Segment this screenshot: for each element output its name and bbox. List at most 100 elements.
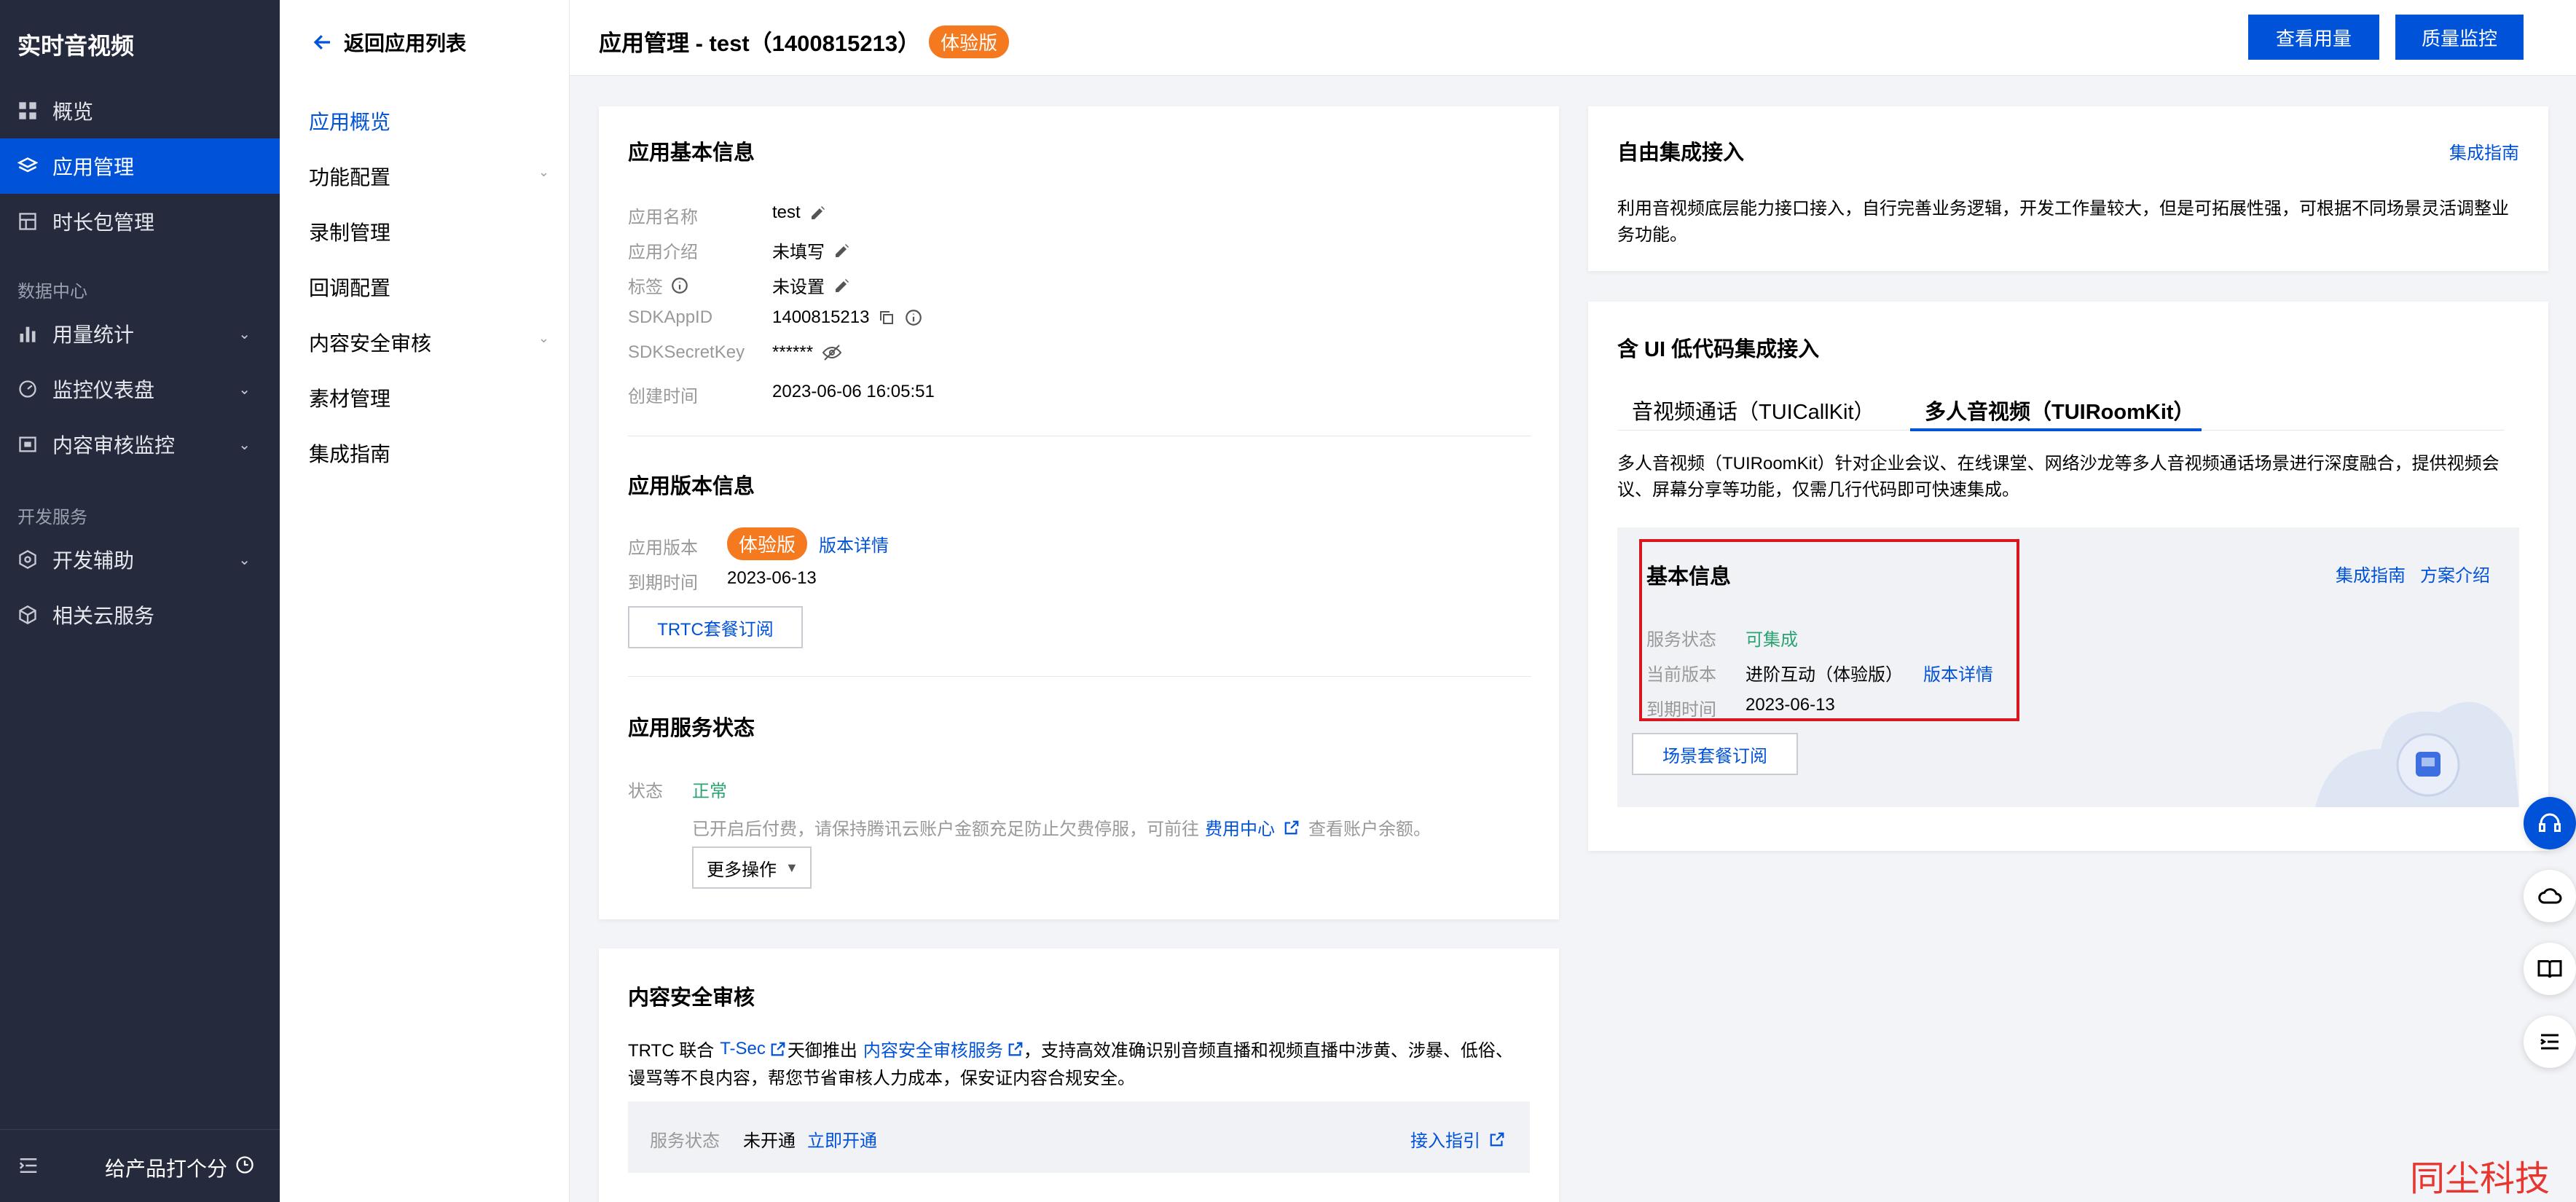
enable-now-link[interactable]: 立即开通 [807, 1126, 877, 1152]
nav-footer: 给产品打个分 [0, 1129, 280, 1202]
free-integration-desc-line2: 务功能。 [1617, 225, 1687, 245]
nav-group-data: 数据中心 [17, 282, 87, 302]
nav-item-duration-package[interactable]: 时长包管理 [0, 194, 280, 249]
nav-item-monitor-dashboard[interactable]: 监控仪表盘 ⌄ [0, 361, 280, 417]
chevron-down-icon: ⌄ [238, 436, 251, 453]
tab-tuiroomkit[interactable]: 多人音视频（TUIRoomKit） [1925, 395, 2195, 425]
eye-off-icon[interactable] [822, 344, 842, 361]
access-guide-link[interactable]: 接入指引 [1410, 1126, 1480, 1152]
nav-item-label: 时长包管理 [52, 211, 155, 234]
audit-status-value: 未开通 立即开通 [743, 1126, 877, 1152]
room-version-details-link[interactable]: 版本详情 [1923, 660, 1993, 686]
field-label: 服务状态 [650, 1131, 720, 1151]
nav-group-dev: 开发服务 [17, 508, 87, 527]
expire-value: 2023-06-13 [727, 568, 817, 588]
content-audit-title: 内容安全审核 [628, 986, 755, 1010]
cube-icon [17, 605, 38, 625]
clock-icon [236, 1156, 254, 1174]
field-label: 到期时间 [1646, 700, 1716, 720]
nav-item-overview[interactable]: 概览 [0, 83, 280, 138]
sub-nav: 返回应用列表 应用概览 功能配置 ⌄ 录制管理 回调配置 内容安全审核 ⌄ 素材… [280, 0, 570, 1202]
cloud-assistant-button[interactable] [2524, 870, 2576, 922]
nav-item-dev-assist[interactable]: 开发辅助 ⌄ [0, 532, 280, 587]
copy-icon[interactable] [878, 309, 895, 326]
subnav-callback[interactable]: 回调配置 [309, 272, 549, 302]
subnav-materials[interactable]: 素材管理 [309, 383, 549, 412]
tab-tuicallkit[interactable]: 音视频通话（TUICallKit） [1632, 395, 1875, 425]
audit-status-bar: 服务状态 未开通 立即开通 接入指引 [628, 1101, 1530, 1173]
subnav-integration-guide[interactable]: 集成指南 [309, 439, 549, 468]
scene-package-subscribe-button[interactable]: 场景套餐订阅 [1632, 733, 1798, 775]
edition-badge: 体验版 [727, 527, 808, 560]
subnav-app-overview[interactable]: 应用概览 [309, 106, 549, 135]
info-icon[interactable] [670, 276, 689, 295]
menu-toggle-button[interactable] [2524, 1016, 2576, 1068]
nav-item-label: 相关云服务 [52, 605, 155, 627]
customer-service-button[interactable] [2524, 797, 2576, 849]
service-status-value: 正常 [692, 782, 727, 801]
lowcode-desc-line1: 多人音视频（TUIRoomKit）针对企业会议、在线课堂、网络沙龙等多人音视频通… [1617, 454, 2500, 474]
more-actions-label: 更多操作 [707, 860, 777, 880]
collapse-icon[interactable] [17, 1155, 39, 1177]
back-to-app-list[interactable]: 返回应用列表 [312, 28, 466, 57]
field-label: 应用名称 [628, 208, 698, 227]
cloud-illustration-icon [2315, 702, 2519, 807]
subnav-recording[interactable]: 录制管理 [309, 217, 549, 246]
nav-item-related-cloud[interactable]: 相关云服务 [0, 587, 280, 643]
bar-chart-icon [17, 323, 38, 344]
solution-intro-link[interactable]: 方案介绍 [2420, 561, 2490, 586]
edition-badge: 体验版 [929, 25, 1010, 58]
free-integration-card: 自由集成接入 集成指南 利用音视频底层能力接口接入，自行完善业务逻辑，开发工作量… [1588, 106, 2548, 271]
app-intro-text: 未填写 [772, 243, 825, 262]
nav-item-app-management[interactable]: 应用管理 [0, 138, 280, 194]
tsec-link[interactable]: T-Sec [720, 1039, 766, 1059]
service-status-title: 应用服务状态 [628, 717, 755, 740]
field-label: SDKAppID [628, 307, 713, 327]
sdkappid-text: 1400815213 [772, 307, 870, 327]
edit-icon[interactable] [833, 242, 851, 259]
nav-item-label: 概览 [52, 101, 94, 123]
page-title-text: 应用管理 - test（1400815213） [599, 31, 921, 56]
info-icon[interactable] [904, 308, 923, 327]
content-audit-desc-line1: TRTC 联合 T-Sec 天御推出 内容安全审核服务 ，支持高效准确识别音频直… [628, 1036, 1513, 1061]
caret-down-icon: ▼ [785, 860, 798, 875]
edit-icon[interactable] [833, 277, 851, 294]
nav-item-usage-stats[interactable]: 用量统计 ⌄ [0, 306, 280, 361]
version-details-link[interactable]: 版本详情 [819, 531, 889, 557]
chevron-down-icon: ⌄ [238, 551, 251, 568]
arrow-left-icon [313, 35, 330, 50]
subnav-feature-config[interactable]: 功能配置 ⌄ [309, 162, 549, 191]
nav-item-label: 用量统计 [52, 323, 135, 346]
view-usage-button[interactable]: 查看用量 [2248, 15, 2379, 60]
monitor-icon [17, 434, 38, 455]
app-info-card: 应用基本信息 应用名称 test 应用介绍 未填写 标签 未设置 SDKAppI… [599, 106, 1559, 919]
nav-item-label: 监控仪表盘 [52, 379, 155, 401]
trtc-subscribe-button[interactable]: TRTC套餐订阅 [628, 606, 803, 648]
free-integration-desc-line1: 利用音视频底层能力接口接入，自行完善业务逻辑，开发工作量较大，但是可拓展性强，可… [1617, 199, 2509, 219]
tag-label-row: 标签 [628, 272, 689, 298]
integration-guide-link[interactable]: 集成指南 [2449, 138, 2519, 164]
access-guide-link-wrap: 接入指引 [1410, 1126, 1505, 1152]
desc-text: TRTC 联合 [628, 1041, 715, 1061]
field-label: 服务状态 [1646, 630, 1716, 650]
more-actions-dropdown[interactable]: 更多操作 ▼ [692, 846, 812, 889]
room-expire-value: 2023-06-13 [1746, 695, 1835, 715]
desc-text: 天御推出 [787, 1041, 857, 1061]
rate-product-link[interactable]: 给产品打个分 [105, 1153, 227, 1182]
nav-item-content-audit-monitor[interactable]: 内容审核监控 ⌄ [0, 417, 280, 472]
subnav-label: 内容安全审核 [309, 332, 432, 355]
billing-center-link[interactable]: 费用中心 [1205, 814, 1275, 840]
field-label: 应用版本 [628, 538, 698, 558]
subnav-content-audit[interactable]: 内容安全审核 ⌄ [309, 328, 549, 357]
quality-monitor-button[interactable]: 质量监控 [2395, 15, 2524, 60]
room-integration-guide-link[interactable]: 集成指南 [2336, 561, 2406, 586]
docs-button[interactable] [2524, 943, 2576, 995]
chevron-down-icon: ⌄ [538, 165, 549, 179]
content-audit-service-link[interactable]: 内容安全审核服务 [863, 1036, 1003, 1061]
free-integration-title: 自由集成接入 [1617, 141, 1745, 165]
edit-icon[interactable] [809, 204, 827, 221]
external-link-icon [771, 1042, 785, 1056]
content-audit-card: 内容安全审核 TRTC 联合 T-Sec 天御推出 内容安全审核服务 ，支持高效… [599, 948, 1559, 1202]
created-time-value: 2023-06-06 16:05:51 [772, 382, 935, 401]
billing-note-suffix: 查看账户余额。 [1308, 820, 1431, 839]
